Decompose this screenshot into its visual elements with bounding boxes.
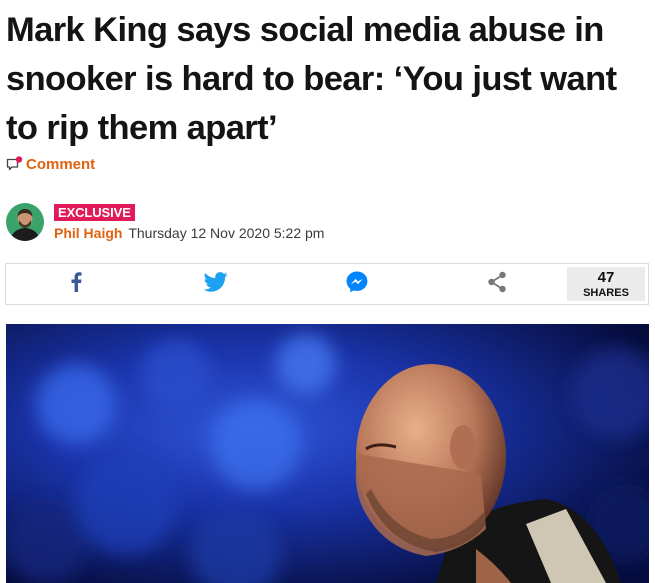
comment-label: Comment [26, 155, 96, 173]
share-count-box: 47 SHARES [567, 267, 645, 301]
comment-link[interactable]: Comment [6, 152, 95, 176]
share-count-label: SHARES [583, 286, 629, 299]
author-avatar[interactable] [6, 203, 44, 241]
twitter-share-button[interactable] [146, 264, 286, 304]
share-icon [487, 271, 507, 298]
share-count: 47 [597, 268, 615, 286]
facebook-icon [70, 271, 82, 297]
publish-timestamp: Thursday 12 Nov 2020 5:22 pm [128, 224, 325, 241]
generic-share-button[interactable] [427, 264, 567, 304]
author-block: EXCLUSIVE Phil Haigh Thursday 12 Nov 202… [6, 203, 324, 241]
share-bar: 47 SHARES [5, 263, 649, 305]
twitter-icon [203, 271, 228, 297]
facebook-share-button[interactable] [6, 264, 146, 304]
messenger-share-button[interactable] [287, 264, 427, 304]
article-headline: Mark King says social media abuse in sno… [6, 11, 617, 147]
exclusive-badge: EXCLUSIVE [54, 203, 135, 221]
comment-icon [6, 156, 24, 172]
author-name-link[interactable]: Phil Haigh [54, 225, 122, 241]
hero-image [6, 324, 649, 583]
messenger-icon [346, 271, 368, 298]
